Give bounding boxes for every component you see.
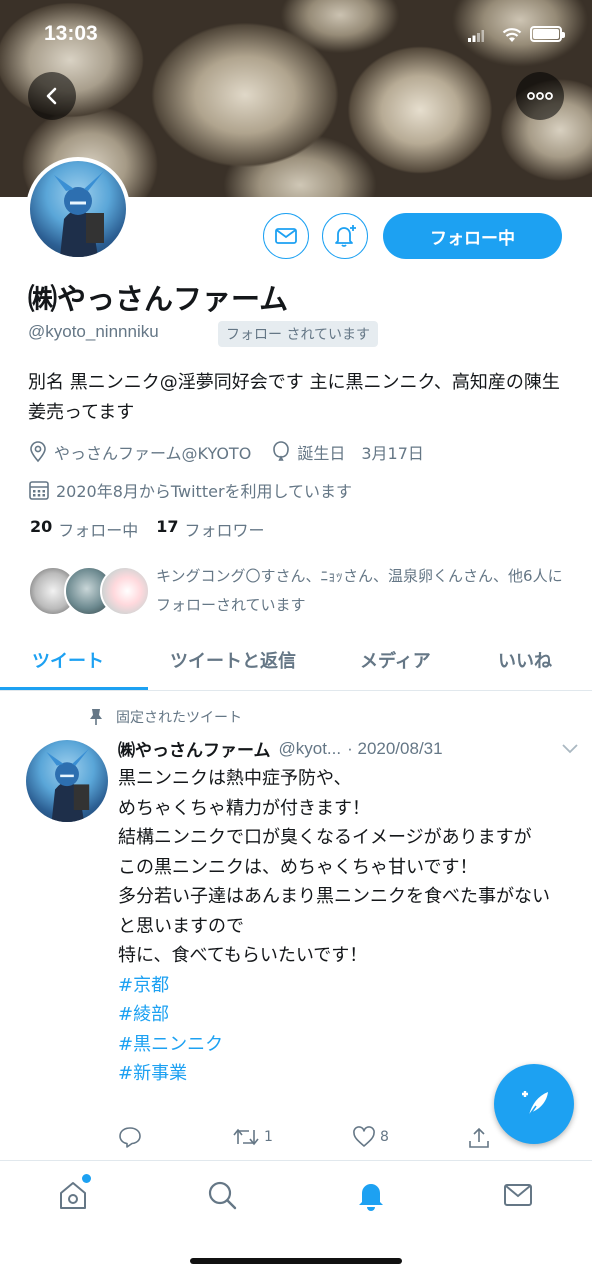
following-count[interactable]: 20 <box>30 517 52 541</box>
profile-birthday: 3月17日 <box>361 444 424 463</box>
profile-handle: @kyoto_ninnniku <box>28 322 159 341</box>
back-button[interactable] <box>28 72 76 120</box>
tab-media[interactable]: メディア <box>360 647 431 673</box>
like-button[interactable]: 8 <box>352 1126 389 1148</box>
tweet-line: 結構ニンニクで口が臭くなるイメージがありますが <box>118 827 532 848</box>
like-count: 8 <box>380 1129 389 1145</box>
followers-label[interactable]: フォロワー <box>185 517 265 541</box>
follows-you-badge: フォロー されています <box>218 321 379 347</box>
home-icon[interactable] <box>57 1179 89 1211</box>
profile-meta-joined-row: 2020年8月からTwitterを利用しています <box>28 478 352 502</box>
status-time: 13:03 <box>44 22 98 45</box>
tweet-text[interactable]: 黒ニンニクは熱中症予防や、 めちゃくちゃ精力が付きます！ 結構ニンニクで口が臭く… <box>118 764 558 1089</box>
avatar-image <box>46 748 90 822</box>
birthday-label: 誕生日 <box>297 444 346 463</box>
hashtag-link[interactable]: #京都 <box>118 971 558 1001</box>
tweet-line: 特に、食べてもらいたいです！ <box>118 945 368 966</box>
profile-name: ㈱やっさんファーム <box>28 282 289 316</box>
followers-you-know-text[interactable]: キングコング〇すさん、ﾆｮｯさん、温泉卵くんさん、他6人にフォローされています <box>156 562 566 620</box>
compose-feather-icon <box>522 1091 548 1118</box>
profile-tabs: ツイート ツイートと返信 メディア いいね <box>0 637 592 691</box>
heart-icon <box>353 1126 375 1147</box>
balloon-icon <box>273 441 290 461</box>
more-options-button[interactable] <box>516 72 564 120</box>
bell-icon[interactable] <box>355 1179 387 1211</box>
battery-icon <box>530 26 565 42</box>
profile-meta-location-row: やっさんファーム@KYOTO 誕生日 3月17日 <box>28 440 424 464</box>
profile-location: やっさんファーム@KYOTO <box>54 444 252 463</box>
envelope-icon[interactable] <box>502 1179 534 1211</box>
pinned-label-text: 固定されたツイート <box>116 710 242 726</box>
hashtag-link[interactable]: #黒ニンニク <box>118 1030 558 1060</box>
calendar-icon <box>29 481 49 500</box>
profile-avatar[interactable] <box>26 157 130 261</box>
share-icon <box>469 1127 489 1148</box>
tweet-line: この黒ニンニクは、めちゃくちゃ甘いです！ <box>118 856 478 878</box>
chevron-left-icon <box>46 87 57 105</box>
tweet-author-avatar[interactable] <box>26 740 108 822</box>
share-button[interactable] <box>468 1126 490 1150</box>
tweet-line: めちゃくちゃ精力が付きます！ <box>118 797 370 819</box>
following-label[interactable]: フォロー中 <box>58 517 138 541</box>
profile-joined-date: 2020年8月からTwitterを利用しています <box>56 482 353 501</box>
message-button[interactable] <box>263 213 309 259</box>
tweet-line: 黒ニンニクは熱中症予防や、 <box>118 768 352 789</box>
map-pin-icon <box>30 441 46 463</box>
retweet-count: 1 <box>264 1129 273 1145</box>
tweet-author-handle: @kyot... <box>278 738 342 758</box>
hashtag-link[interactable]: #新事業 <box>118 1059 558 1089</box>
tab-tweets-and-replies[interactable]: ツイートと返信 <box>170 647 296 673</box>
reply-icon <box>119 1127 141 1148</box>
tab-tweets[interactable]: ツイート <box>32 647 104 673</box>
tweet-header: ㈱やっさんファーム @kyot... · 2020/08/31 <box>118 736 578 761</box>
follow-stats: 20 フォロー中 17 フォロワー <box>30 517 265 541</box>
home-indicator <box>190 1258 402 1264</box>
tweet-actions: 1 8 <box>118 1126 498 1152</box>
following-button[interactable]: フォロー中 <box>383 213 562 259</box>
notifications-toggle-button[interactable] <box>322 213 368 259</box>
profile-bio: 別名 黒ニンニク@淫夢同好会です 主に黒ニンニク、高知産の陳生姜売ってます <box>28 372 560 423</box>
compose-tweet-button[interactable] <box>494 1064 574 1144</box>
mutual-follower-avatar <box>100 566 150 616</box>
reply-button[interactable] <box>118 1126 142 1148</box>
chevron-down-icon[interactable] <box>562 743 578 754</box>
search-icon[interactable] <box>206 1179 238 1211</box>
home-notification-dot <box>82 1174 91 1183</box>
envelope-icon <box>275 228 297 244</box>
pinned-tweet-label: 固定されたツイート <box>88 707 242 727</box>
active-tab-indicator <box>0 687 148 690</box>
retweet-button[interactable]: 1 <box>232 1126 273 1148</box>
tweet-author-name[interactable]: ㈱やっさんファーム <box>118 736 271 761</box>
retweet-icon <box>233 1128 259 1146</box>
bell-plus-icon <box>335 225 356 247</box>
hashtag-link[interactable]: #綾部 <box>118 1000 558 1030</box>
tab-likes[interactable]: いいね <box>498 647 552 673</box>
ellipsis-icon <box>527 92 553 100</box>
avatar-image <box>54 171 104 257</box>
tweet-line: 多分若い子達はあんまり黒ニンニクを食べた事がないと思いますので <box>118 886 550 937</box>
followers-count[interactable]: 17 <box>156 517 178 541</box>
wifi-icon <box>502 28 522 42</box>
pin-icon <box>90 709 102 725</box>
tweet-date: · 2020/08/31 <box>347 738 443 758</box>
status-bar: 13:03 <box>0 0 592 64</box>
cellular-signal-icon <box>468 30 484 42</box>
